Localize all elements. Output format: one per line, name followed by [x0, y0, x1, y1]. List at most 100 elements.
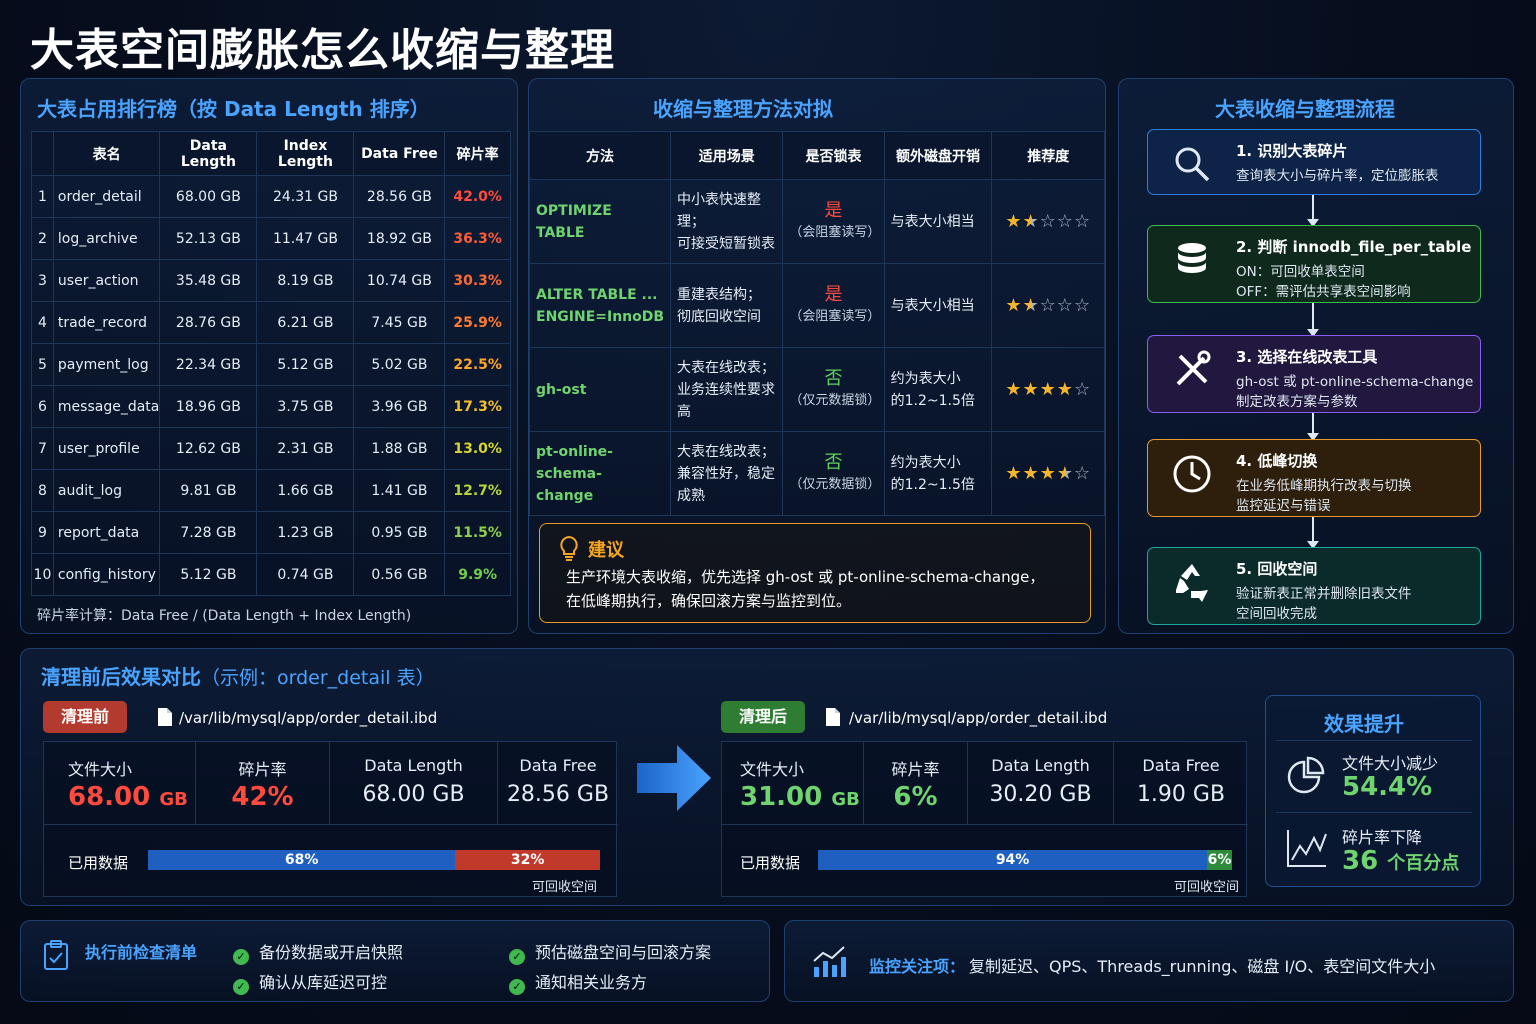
rank-index: 9	[31, 511, 54, 554]
step-title: 5. 回收空间	[1236, 560, 1318, 578]
before-used-segment: 68%	[148, 850, 456, 870]
before-size-value: 68.00 GB	[44, 782, 195, 812]
index-length: 5.12 GB	[256, 343, 355, 386]
after-size-label: 文件大小	[740, 760, 805, 779]
before-usage-bar: 68% 32%	[148, 850, 600, 870]
checklist-item-4: ✓ 通知相关业务方	[509, 969, 647, 995]
col-disk: 额外磁盘开销	[883, 131, 993, 180]
star-full-icon: ★	[1005, 462, 1023, 484]
flow-step-3: 3. 选择在线改表工具 gh-ost 或 pt-online-schema-cha…	[1147, 335, 1481, 413]
flow-title: 大表收缩与整理流程	[1215, 97, 1395, 121]
pie-chart-icon	[1287, 756, 1325, 794]
file-icon	[158, 708, 172, 726]
table-row: 6 message_data 18.96 GB 3.75 GB 3.96 GB 17.3%	[31, 385, 511, 428]
star-full-icon: ★	[1039, 462, 1057, 484]
table-row: gh-ost 大表在线改表； 业务连续性要求高否（仅元数据锁） 约为表大小 的1.2~1…	[528, 347, 1105, 432]
method-name-line-1: OPTIMIZE TABLE	[536, 202, 612, 241]
table-row: 2 log_archive 52.13 GB 11.47 GB 18.92 GB 36.3…	[31, 217, 511, 260]
methods-header-row: 方法 适用场景 是否锁表 额外磁盘开销 推荐度	[528, 131, 1105, 180]
trend-chart-icon	[1287, 830, 1327, 867]
data-length: 28.76 GB	[159, 301, 258, 344]
table-name: report_data	[52, 511, 161, 554]
flow-panel: 大表收缩与整理流程 1. 识别大表碎片 查询表大小与碎片率，定位膨胀表 2. 判断 …	[1118, 78, 1514, 634]
lock-sub: （会阻塞读写）	[789, 224, 881, 240]
frag-rate: 30.3%	[444, 259, 511, 302]
tools-icon	[1176, 350, 1211, 386]
star-full-icon: ★	[1022, 378, 1040, 400]
main-title: 大表空间膨胀怎么收缩与整理	[30, 25, 615, 76]
frag-rate: 22.5%	[444, 343, 511, 386]
index-length: 6.21 GB	[256, 301, 355, 344]
monitor-chart-icon	[813, 946, 846, 977]
data-length: 35.48 GB	[159, 259, 258, 302]
data-free: 1.41 GB	[353, 469, 446, 512]
rank-index: 7	[31, 427, 54, 470]
table-row: 8 audit_log 9.81 GB 1.66 GB 1.41 GB 12.7%	[31, 469, 511, 512]
disk-line-2: 的1.2~1.5倍	[890, 392, 975, 409]
before-reclaim-label: 可回收空间	[532, 880, 598, 895]
compare-title: 清理前后效果对比（示例：order_detail 表）	[41, 661, 435, 690]
checklist-item-3-text: 确认从库延迟可控	[259, 973, 388, 992]
before-metric-data-free: Data Free 28.56 GB	[498, 742, 618, 824]
after-metric-size: 文件大小 31.00 GB	[722, 742, 864, 824]
before-frag-label: 碎片率	[238, 760, 287, 779]
after-divider	[722, 824, 1248, 825]
table-name: audit_log	[52, 469, 161, 512]
lock-sub: （仅元数据锁）	[789, 392, 881, 408]
data-length: 68.00 GB	[159, 175, 258, 218]
flow-arrow-down-icon	[1307, 303, 1319, 337]
data-free: 28.56 GB	[353, 175, 446, 218]
index-length: 8.19 GB	[256, 259, 355, 302]
table-row: 9 report_data 7.28 GB 1.23 GB 0.95 GB 11.5%	[31, 511, 511, 554]
table-row: 5 payment_log 22.34 GB 5.12 GB 5.02 GB 22.5%	[31, 343, 511, 386]
frag-rate: 13.0%	[444, 427, 511, 470]
method-lock: 是 （会阻塞读写）	[782, 263, 885, 348]
table-name: user_profile	[52, 427, 161, 470]
effect-divider-mid	[1276, 812, 1472, 813]
step-line-1: gh-ost 或 pt-online-schema-change	[1236, 374, 1474, 390]
before-tag: 清理前	[43, 701, 128, 733]
rank-index: 2	[31, 217, 54, 260]
method-lock: 否 （仅元数据锁）	[782, 347, 885, 432]
table-name: trade_record	[52, 301, 161, 344]
data-length: 12.62 GB	[159, 427, 258, 470]
before-df-label: Data Free	[519, 756, 597, 775]
method-rating: ★★☆☆☆	[991, 179, 1105, 264]
star-full-icon: ★	[1005, 378, 1023, 400]
col-name: 表名	[52, 131, 161, 176]
step-line-1: ON：可回收单表空间	[1236, 264, 1365, 280]
col-frag: 碎片率	[444, 131, 511, 176]
data-length: 7.28 GB	[159, 511, 258, 554]
method-lock: 否 （仅元数据锁）	[782, 431, 885, 516]
table-name: log_archive	[52, 217, 161, 260]
method-rating: ★★☆☆☆	[991, 263, 1105, 348]
check-icon: ✓	[509, 949, 525, 965]
checklist-panel: 执行前检查清单 ✓ 备份数据或开启快照 ✓ 预估磁盘空间与回滚方案 ✓ 确认从库延迟可…	[20, 920, 770, 1002]
disk-line-1: 约为表大小	[890, 370, 961, 387]
effect-frag-label: 碎片率下降	[1342, 828, 1423, 847]
before-df-value: 28.56 GB	[506, 782, 610, 807]
search-icon	[1175, 147, 1210, 182]
step-line-1: 验证新表正常并删除旧表文件	[1236, 586, 1412, 602]
compare-title-sub: （示例：order_detail 表）	[201, 667, 435, 689]
method-name: pt-online-schema-change	[528, 431, 672, 516]
method-name-line-1: ALTER TABLE ...	[536, 286, 658, 303]
step-title: 4. 低峰切换	[1236, 452, 1318, 470]
lock-value: 否	[824, 367, 843, 389]
step-line-1: 查询表大小与碎片率，定位膨胀表	[1236, 168, 1439, 184]
flow-arrow-down-icon	[1307, 517, 1319, 549]
advice-line-1: 生产环境大表收缩，优先选择 gh-ost 或 pt-online-schema-…	[566, 568, 1045, 586]
checklist-item-1-text: 备份数据或开启快照	[259, 943, 404, 962]
table-row: 4 trade_record 28.76 GB 6.21 GB 7.45 GB 25.9%	[31, 301, 511, 344]
frag-rate: 42.0%	[444, 175, 511, 218]
check-icon: ✓	[233, 949, 249, 965]
step-title: 2. 判断 innodb_file_per_table	[1236, 238, 1472, 256]
data-length: 22.34 GB	[159, 343, 258, 386]
col-scene: 适用场景	[670, 131, 784, 180]
arrow-right-icon	[637, 745, 711, 811]
after-tag: 清理后	[721, 701, 806, 733]
after-metric-data-length: Data Length 30.20 GB	[968, 742, 1114, 824]
method-disk: 与表大小相当	[883, 263, 993, 348]
recycle-icon	[1176, 564, 1208, 602]
advice-title: 建议	[588, 540, 624, 561]
